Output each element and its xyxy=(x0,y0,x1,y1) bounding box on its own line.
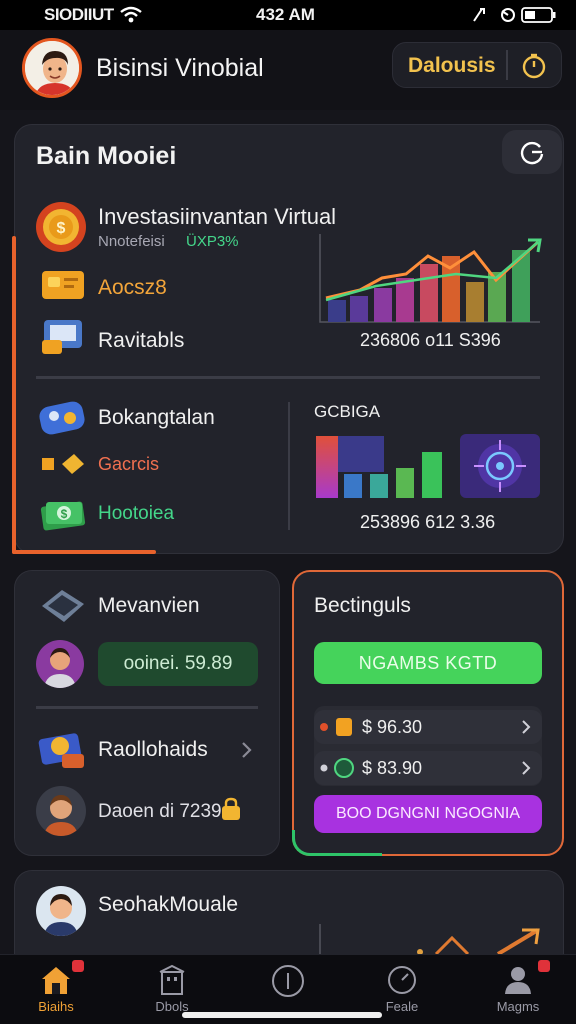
chart-bar xyxy=(374,288,392,322)
tab-feale[interactable]: Feale xyxy=(352,964,452,1014)
wifi-icon xyxy=(120,6,142,23)
chart2-label: GCBIGA xyxy=(314,402,381,421)
chart2-bar xyxy=(344,474,362,498)
clock-time: 432 AM xyxy=(256,5,315,24)
balance-pill[interactable]: ooinei. 59.89 xyxy=(98,642,258,686)
app-title: Bisinsi Vinobial xyxy=(96,54,264,82)
refresh-button[interactable] xyxy=(502,130,562,174)
game-pad-icon xyxy=(39,401,85,435)
gold-coin-icon xyxy=(320,718,352,736)
system-status-icons xyxy=(473,7,556,23)
item-gacrcis[interactable]: Gacrcis xyxy=(98,454,159,475)
main-card-title: Bain Mooiei xyxy=(36,142,177,170)
tab-magms-label: Magms xyxy=(496,999,540,1014)
chart-bar xyxy=(420,264,438,322)
investment-title: Investasiinvantan Virtual xyxy=(98,204,337,229)
price-row-1[interactable]: $ 96.30 xyxy=(314,710,542,744)
chevron-right-icon xyxy=(522,720,531,734)
chevron-right-icon xyxy=(522,761,531,775)
coin-bag-icon: $ xyxy=(36,202,86,252)
tab-dbols[interactable]: Dbols xyxy=(122,964,222,1014)
card-accent-green xyxy=(292,830,382,856)
primary-action-label: NGAMBS KGTD xyxy=(358,652,498,673)
notification-badge xyxy=(72,960,84,972)
price-2: $ 83.90 xyxy=(362,758,423,778)
notification-badge xyxy=(538,960,550,972)
chart2-bar xyxy=(396,468,414,498)
chart-bar xyxy=(396,278,414,322)
chart2-bar xyxy=(338,436,384,472)
chart-bar xyxy=(328,300,346,322)
chart2-bar xyxy=(422,452,442,498)
investment-subtitle: Nnotefeisi xyxy=(98,233,165,250)
item-hootoiea[interactable]: Hootoiea xyxy=(98,503,174,525)
home-indicator[interactable] xyxy=(182,1012,382,1018)
home-icon xyxy=(42,967,70,994)
lock-icon xyxy=(222,797,240,820)
profile-avatar[interactable] xyxy=(22,38,82,98)
tab-add[interactable] xyxy=(238,964,338,1001)
cash-icon: $ xyxy=(40,501,86,531)
investment-change: ÜXP3% xyxy=(186,233,239,250)
status-bar: SIODIIUT 432 AM xyxy=(0,0,576,30)
tab-magms[interactable]: Magms xyxy=(468,960,568,1014)
item-aocsz8[interactable]: Aocsz8 xyxy=(98,276,167,300)
chart-bar xyxy=(466,282,484,322)
wallet-icon xyxy=(42,320,82,354)
left-card-footer: Daoen di 7239 xyxy=(98,801,222,822)
refresh-icon xyxy=(520,141,544,165)
building-icon xyxy=(159,964,185,995)
chevron-right-icon[interactable] xyxy=(240,740,254,760)
svg-text:$: $ xyxy=(61,507,68,521)
bar-chart-2 xyxy=(316,436,442,498)
chart1-value: 236806 o11 S396 xyxy=(360,330,501,350)
chart2-bar xyxy=(370,474,388,498)
tab-home-label: Biaihs xyxy=(38,999,74,1014)
target-radar-icon xyxy=(460,434,540,498)
person-avatar-icon xyxy=(44,795,78,836)
person-avatar-icon xyxy=(44,648,76,688)
chart2-bar xyxy=(316,436,338,498)
user-avatar-2 xyxy=(36,786,86,836)
tab-home[interactable]: Biaihs xyxy=(6,960,106,1014)
person-avatar-icon xyxy=(44,894,78,936)
third-card-title: SeohakMouale xyxy=(98,893,239,916)
third-card-chart xyxy=(319,924,540,954)
pill-divider xyxy=(506,50,508,80)
chart2-value: 253896 612 3.36 xyxy=(360,512,496,532)
balance-value: ooinei. 59.89 xyxy=(123,653,233,674)
person-icon xyxy=(505,967,531,994)
timer-icon[interactable] xyxy=(520,52,548,80)
vertical-divider xyxy=(288,402,290,530)
gold-coins-icon xyxy=(42,454,84,474)
price-1: $ 96.30 xyxy=(362,717,423,737)
gold-card-icon xyxy=(42,271,84,299)
section-divider xyxy=(36,376,540,379)
item-raollohaids[interactable]: Raollohaids xyxy=(98,738,208,762)
primary-action-button[interactable]: NGAMBS KGTD xyxy=(314,642,542,684)
price-row-2[interactable]: $ 83.90 xyxy=(314,751,542,785)
right-card-title: Bectinguls xyxy=(314,594,411,617)
section2-title: Bokangtalan xyxy=(98,406,215,429)
secondary-action-label: BOO DGNGNI NGOGNIA xyxy=(335,805,520,822)
device-icon xyxy=(42,590,84,622)
card-accent-left xyxy=(12,236,16,554)
user-avatar xyxy=(36,640,84,688)
carrier-label: SIODIIUT xyxy=(44,5,114,24)
left-card-title: Mevanvien xyxy=(98,594,200,617)
investment-chart xyxy=(319,234,542,323)
coin-stack-icon xyxy=(38,733,84,768)
user-avatar-3 xyxy=(36,886,86,936)
dashboard-label[interactable]: Dalousis xyxy=(408,54,496,78)
card-accent-bottom xyxy=(12,550,156,554)
left-card-divider xyxy=(36,706,258,709)
plus-icon xyxy=(272,965,304,997)
svg-text:$: $ xyxy=(57,220,66,237)
item-ravitabls[interactable]: Ravitabls xyxy=(98,329,184,353)
green-coin-icon xyxy=(320,758,354,778)
timer-icon xyxy=(388,966,416,994)
chart-bar xyxy=(350,296,368,322)
secondary-action-button[interactable]: BOO DGNGNI NGOGNIA xyxy=(314,795,542,833)
